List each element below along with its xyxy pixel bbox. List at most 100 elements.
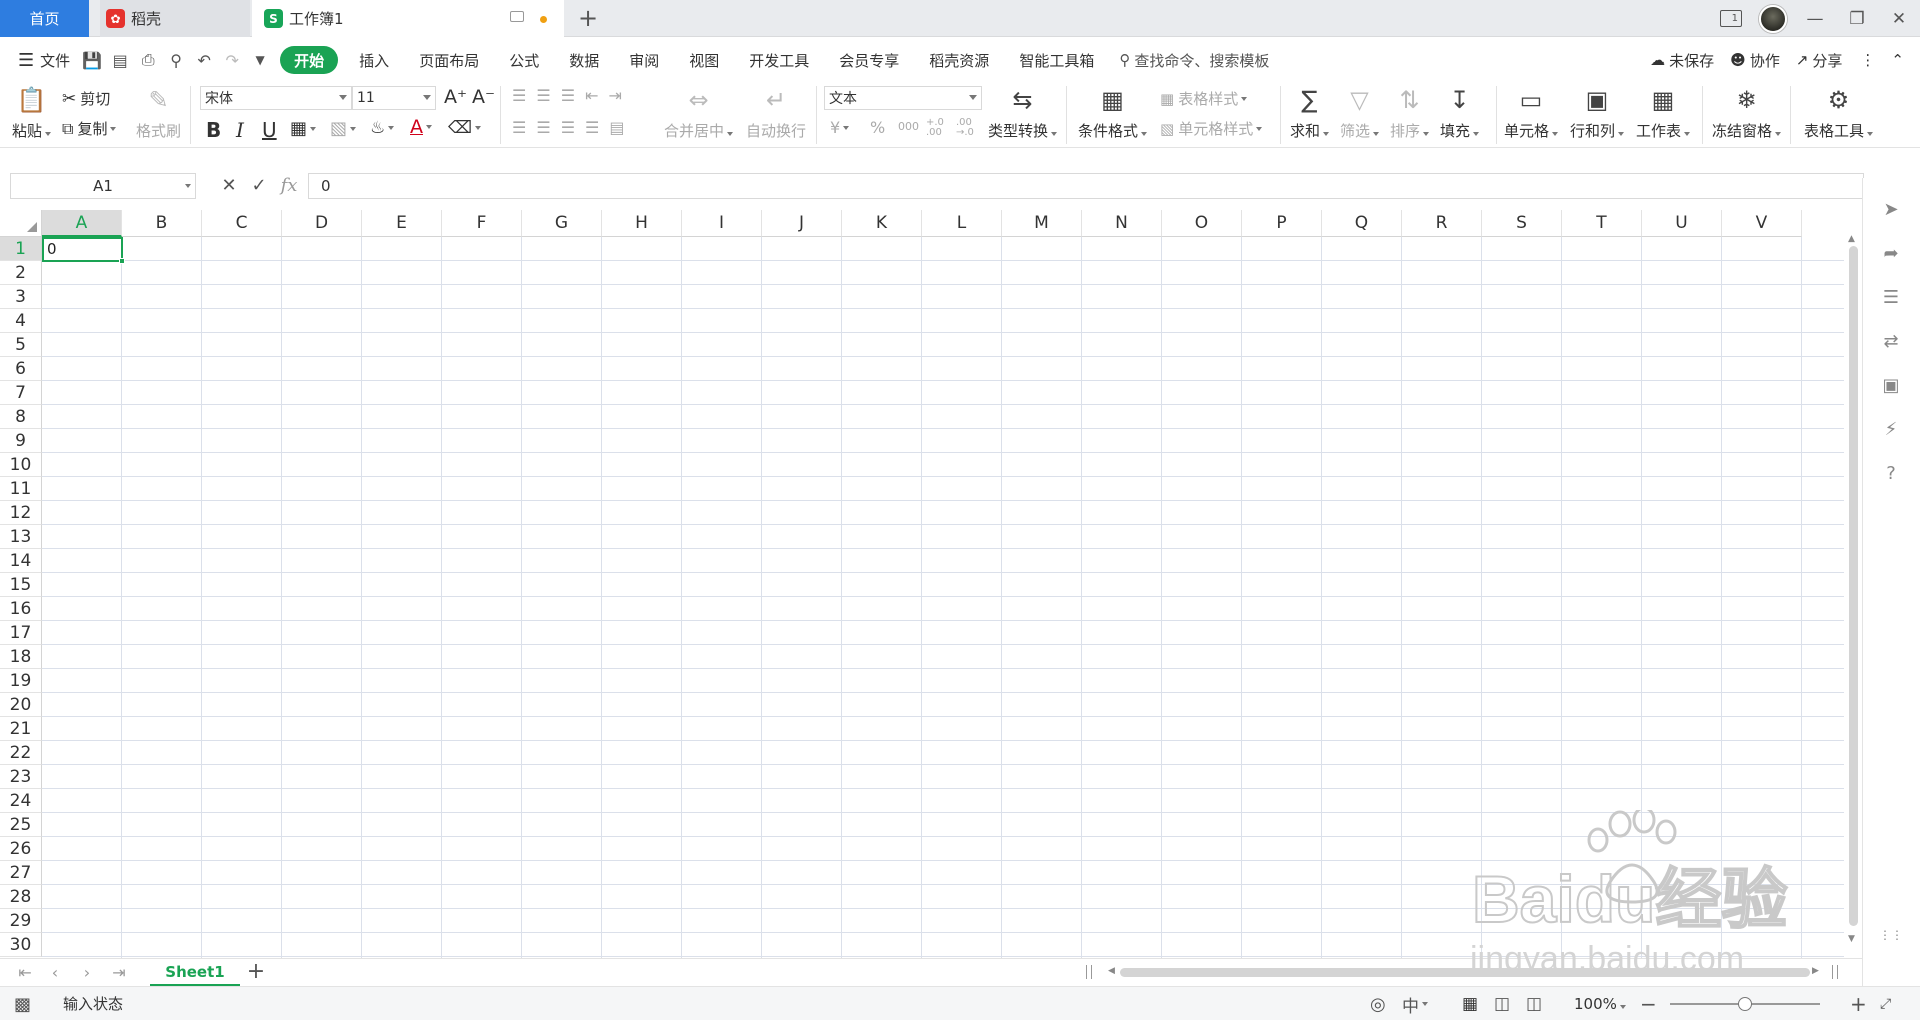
row-header-25[interactable]: 25 (0, 813, 42, 837)
export-pdf-icon[interactable]: ▤ (108, 48, 132, 72)
row-header-5[interactable]: 5 (0, 333, 42, 357)
font-grow-button[interactable]: A⁺ (444, 86, 467, 108)
row-header-20[interactable]: 20 (0, 693, 42, 717)
eye-protection-icon[interactable]: ◎ (1370, 993, 1386, 1015)
cell-style-button[interactable]: ▧ 单元格样式 (1160, 118, 1263, 139)
name-box[interactable]: A1 (10, 173, 196, 199)
fullscreen-icon[interactable]: ⤢ (1880, 993, 1891, 1015)
sort-button[interactable]: ⇅ 排序 (1390, 84, 1430, 141)
row-header-12[interactable]: 12 (0, 501, 42, 525)
monitor-icon[interactable] (510, 11, 524, 22)
collab-button[interactable]: ☻ 协作 (1722, 50, 1788, 71)
row-header-30[interactable]: 30 (0, 933, 42, 957)
column-header-r[interactable]: R (1402, 210, 1482, 237)
menu-item-member[interactable]: 会员专享 (824, 46, 914, 74)
row-header-21[interactable]: 21 (0, 717, 42, 741)
menu-item-page-layout[interactable]: 页面布局 (404, 46, 494, 74)
menu-item-daoke-resources[interactable]: 稻壳资源 (914, 46, 1004, 74)
column-header-u[interactable]: U (1642, 210, 1722, 237)
insert-function-button[interactable]: fx (276, 173, 302, 199)
column-header-e[interactable]: E (362, 210, 442, 237)
borders-button[interactable]: ▦ (290, 118, 317, 139)
undo-icon[interactable]: ↶ (192, 48, 216, 72)
cut-button[interactable]: ✂ 剪切 (62, 88, 110, 109)
zoom-slider-knob[interactable] (1738, 997, 1752, 1011)
cursor-icon[interactable]: ➦ (1878, 240, 1904, 266)
formula-input[interactable]: 0 (308, 173, 1864, 199)
row-header-15[interactable]: 15 (0, 573, 42, 597)
menu-item-review[interactable]: 审阅 (614, 46, 674, 74)
transform-icon[interactable]: ⇄ (1878, 328, 1904, 354)
fill-handle[interactable] (119, 258, 125, 264)
currency-button[interactable]: ¥ (830, 118, 850, 137)
zoom-slider[interactable] (1670, 997, 1820, 1011)
book-view-button[interactable]: 1 (1710, 0, 1752, 37)
column-header-d[interactable]: D (282, 210, 362, 237)
more-dots-icon[interactable]: ⋮⋮ (1878, 922, 1904, 948)
row-header-24[interactable]: 24 (0, 789, 42, 813)
menu-item-insert[interactable]: 插入 (344, 46, 404, 74)
type-convert-button[interactable]: ⇆ 类型转换 (988, 84, 1058, 141)
row-header-22[interactable]: 22 (0, 741, 42, 765)
bold-button[interactable]: B (206, 118, 221, 142)
column-header-a[interactable]: A (42, 210, 122, 237)
zoom-out-icon[interactable]: − (1640, 992, 1657, 1016)
fill-color-button[interactable]: ♨ (370, 118, 395, 138)
scroll-left-icon[interactable]: ◀ (1108, 966, 1115, 976)
prev-sheet-icon[interactable]: ‹ (44, 962, 66, 984)
tab-home[interactable]: 首页 (0, 0, 89, 37)
auto-wrap-button[interactable]: ↵ 自动换行 (746, 84, 806, 141)
avatar-button[interactable] (1752, 0, 1794, 37)
print-preview-icon[interactable]: ⚲ (164, 48, 188, 72)
column-header-n[interactable]: N (1082, 210, 1162, 237)
close-button[interactable]: ✕ (1878, 0, 1920, 37)
tab-workbook[interactable]: S 工作簿1 (252, 0, 564, 37)
copy-button[interactable]: ⧉ 复制 (62, 118, 117, 139)
input-method-icon[interactable]: 中 (1402, 993, 1428, 1017)
decrease-decimal-button[interactable]: .00 →.0 (956, 118, 982, 138)
column-header-o[interactable]: O (1162, 210, 1242, 237)
help-icon[interactable]: ? (1878, 460, 1904, 486)
share-button[interactable]: ↗ 分享 (1788, 50, 1851, 71)
column-header-h[interactable]: H (602, 210, 682, 237)
column-header-g[interactable]: G (522, 210, 602, 237)
column-header-i[interactable]: I (682, 210, 762, 237)
row-header-2[interactable]: 2 (0, 261, 42, 285)
cancel-entry-button[interactable]: ✕ (216, 173, 242, 199)
row-header-7[interactable]: 7 (0, 381, 42, 405)
italic-button[interactable]: I (236, 118, 244, 142)
scroll-down-icon[interactable]: ▼ (1848, 934, 1855, 944)
vertical-scrollbar[interactable]: ▲ ▼ (1846, 210, 1860, 958)
font-size-select[interactable]: 11 (352, 86, 436, 110)
column-header-s[interactable]: S (1482, 210, 1562, 237)
row-header-19[interactable]: 19 (0, 669, 42, 693)
menu-item-view[interactable]: 视图 (674, 46, 734, 74)
add-sheet-button[interactable]: + (244, 960, 268, 984)
row-header-23[interactable]: 23 (0, 765, 42, 789)
menu-item-smart-toolbox[interactable]: 智能工具箱 (1004, 46, 1109, 74)
first-sheet-icon[interactable]: ⇤ (14, 962, 36, 984)
more-menu-button[interactable]: ⋮ (1850, 51, 1885, 69)
row-header-9[interactable]: 9 (0, 429, 42, 453)
column-header-k[interactable]: K (842, 210, 922, 237)
row-header-1[interactable]: 1 (0, 237, 42, 261)
menu-item-developer[interactable]: 开发工具 (734, 46, 824, 74)
active-cell[interactable]: 0 (42, 237, 125, 264)
column-header-c[interactable]: C (202, 210, 282, 237)
underline-button[interactable]: U (262, 118, 277, 142)
vertical-scroll-thumb[interactable] (1849, 246, 1858, 926)
page-break-view-icon[interactable]: ◫ (1526, 993, 1542, 1015)
row-header-14[interactable]: 14 (0, 549, 42, 573)
row-header-3[interactable]: 3 (0, 285, 42, 309)
freeze-panes-button[interactable]: ❄ 冻结窗格 (1712, 84, 1782, 141)
horizontal-align-group[interactable]: ☰☰☰☰▤ (512, 118, 635, 137)
cell-button[interactable]: ▭ 单元格 (1504, 84, 1559, 141)
restore-button[interactable]: ❐ (1836, 0, 1878, 37)
column-header-b[interactable]: B (122, 210, 202, 237)
paste-button[interactable]: 📋 粘贴 (12, 84, 52, 141)
horizontal-scrollbar[interactable]: ◀ ▶ (1108, 966, 1820, 979)
row-header-17[interactable]: 17 (0, 621, 42, 645)
row-header-27[interactable]: 27 (0, 861, 42, 885)
worksheet-button[interactable]: ▦ 工作表 (1636, 84, 1691, 141)
lightning-icon[interactable]: ⚡ (1878, 416, 1904, 442)
